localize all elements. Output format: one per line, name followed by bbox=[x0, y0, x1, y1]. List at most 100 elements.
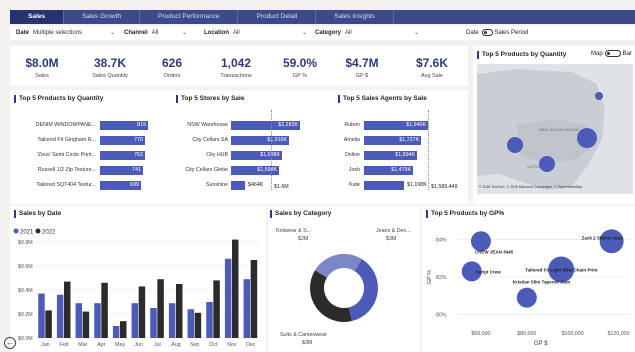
map-bubble[interactable] bbox=[507, 137, 523, 153]
bar[interactable] bbox=[64, 281, 71, 338]
bar-category-label: 'Zeus' Semi Circle Print... bbox=[36, 152, 96, 158]
bar[interactable] bbox=[194, 312, 202, 338]
bar[interactable] bbox=[131, 303, 139, 338]
bar[interactable] bbox=[120, 321, 127, 338]
bar-value-label: 819 bbox=[137, 122, 146, 128]
y-tick-label: $0.6M bbox=[18, 264, 33, 270]
map-bubble[interactable] bbox=[539, 156, 555, 172]
x-tick-label: Aug bbox=[171, 342, 180, 348]
kpi-label: GP $ bbox=[355, 73, 369, 79]
bar[interactable] bbox=[112, 326, 120, 338]
tab-sales-growth[interactable]: Sales Growth bbox=[64, 10, 141, 24]
bar[interactable] bbox=[150, 308, 157, 338]
date-toggle-label: Date bbox=[466, 30, 479, 36]
kpi-value: $4.7M bbox=[345, 56, 379, 70]
scatter-point[interactable] bbox=[599, 229, 624, 254]
scatter-point[interactable] bbox=[470, 231, 491, 252]
tab-product-detail[interactable]: Product Detail bbox=[238, 10, 317, 24]
back-arrow-icon[interactable]: ← bbox=[4, 337, 16, 349]
reference-line-label: $1,589,449 bbox=[431, 184, 458, 190]
bar-category-label: Josh bbox=[348, 167, 360, 173]
bar[interactable] bbox=[157, 279, 164, 338]
channel-filter[interactable]: Channel All bbox=[124, 26, 158, 40]
kpi-label: Orders bbox=[163, 73, 181, 79]
chevron-down-icon[interactable]: ⌄ bbox=[182, 26, 187, 40]
bar[interactable] bbox=[45, 310, 52, 338]
bar[interactable] bbox=[101, 282, 108, 338]
date-sales-period-toggle[interactable]: Date Sales Period bbox=[466, 26, 528, 40]
bar[interactable] bbox=[364, 181, 404, 190]
y-tick-label: $0.2M bbox=[18, 312, 33, 318]
legend-marker[interactable] bbox=[13, 228, 19, 234]
bar[interactable] bbox=[206, 302, 213, 338]
tab-product-performance[interactable]: Product Performance bbox=[140, 10, 239, 24]
point-label: CREW JEAN 3445 bbox=[475, 249, 514, 254]
products-by-gp-panel: Top 5 Products by GP% 84% 82% 80% $60,000 $8… bbox=[422, 206, 635, 352]
bar[interactable] bbox=[243, 279, 251, 338]
x-tick-label: Sep bbox=[190, 342, 199, 348]
bar[interactable] bbox=[75, 303, 83, 338]
date-filter[interactable]: Date Multiple selections bbox=[16, 26, 82, 40]
kpi-value: 38.7K bbox=[93, 56, 127, 70]
kpi-card: 38.7K Sales Quantity bbox=[80, 46, 140, 79]
bar[interactable] bbox=[224, 258, 232, 338]
bar[interactable] bbox=[187, 309, 195, 338]
kpi-value: $7.6K bbox=[415, 56, 449, 70]
x-tick-label: $100,000 bbox=[562, 331, 584, 337]
sales-by-category-chart: Knitwear & S... $2M Jeans & Den... $3M Suits… bbox=[276, 228, 411, 346]
bar[interactable] bbox=[168, 303, 176, 338]
bar[interactable] bbox=[176, 284, 183, 338]
chevron-down-icon[interactable]: ⌄ bbox=[110, 26, 115, 40]
tab-sales-insights[interactable]: Sales Insights bbox=[316, 10, 394, 24]
map-attribution[interactable]: © 2025 TomTom, © 2025 Microsoft Corporat… bbox=[479, 185, 582, 189]
kpi-card: 1,042 Transactions bbox=[206, 46, 266, 79]
x-tick-label: Jun bbox=[134, 342, 143, 348]
location-filter[interactable]: Location All bbox=[204, 26, 240, 40]
tab-sales[interactable]: Sales bbox=[10, 10, 64, 24]
bar[interactable] bbox=[232, 239, 239, 338]
pie-label: Knitwear & S... bbox=[276, 228, 311, 234]
map-region-label: NEW SOUTH WALES bbox=[539, 127, 579, 132]
x-tick-label: May bbox=[115, 342, 125, 348]
bar-value-label: $1,727K bbox=[399, 137, 419, 143]
bar[interactable] bbox=[231, 181, 245, 190]
bar[interactable] bbox=[82, 311, 90, 338]
x-tick-label: Oct bbox=[209, 342, 218, 348]
kpi-label: GP % bbox=[292, 73, 308, 79]
kpi-value: 1,042 bbox=[220, 56, 252, 70]
bar[interactable] bbox=[138, 286, 146, 338]
map-bubble[interactable] bbox=[595, 92, 603, 100]
bar[interactable] bbox=[56, 294, 64, 338]
chevron-down-icon[interactable]: ⌄ bbox=[302, 26, 307, 40]
bar-category-label: NSW Warehouse bbox=[187, 122, 228, 128]
pie-slice[interactable] bbox=[315, 254, 362, 278]
legend-label: 2022 bbox=[42, 230, 56, 236]
kpi-card: $4.7M GP $ bbox=[332, 46, 392, 79]
kpi-value: 626 bbox=[161, 56, 183, 70]
bar[interactable] bbox=[250, 260, 258, 338]
chevron-down-icon[interactable]: ⌄ bbox=[414, 26, 419, 40]
y-tick-label: 80% bbox=[436, 313, 447, 319]
bar[interactable] bbox=[213, 280, 220, 338]
map-bubble[interactable] bbox=[577, 128, 597, 148]
channel-filter-value: All bbox=[151, 30, 159, 36]
y-tick-label: 84% bbox=[436, 237, 447, 243]
bar-category-label: City Cellars SA bbox=[192, 137, 228, 143]
toggle-switch[interactable] bbox=[481, 28, 493, 36]
x-tick-label: Jul bbox=[154, 342, 161, 348]
bar-category-label: Sunshine bbox=[205, 182, 228, 188]
map-toggle-label: Map bbox=[591, 51, 603, 58]
category-filter[interactable]: Category All bbox=[315, 26, 352, 40]
legend-marker[interactable] bbox=[35, 228, 41, 234]
y-axis-title: GP % bbox=[427, 270, 433, 284]
bar[interactable] bbox=[38, 293, 45, 338]
toggle-switch[interactable] bbox=[604, 50, 621, 57]
map-bar-toggle[interactable]: Map Bar bbox=[591, 50, 632, 57]
sales-period-label: Sales Period bbox=[494, 30, 529, 36]
pie-slice[interactable] bbox=[310, 270, 352, 322]
scatter-point[interactable] bbox=[516, 287, 537, 308]
bar[interactable] bbox=[94, 303, 101, 338]
map-canvas[interactable]: NEW SOUTH WALES VICTORIA bbox=[477, 64, 633, 194]
bar-category-label: DENIM WINDOWPANE... bbox=[35, 122, 96, 128]
kpi-label: Sales Quantity bbox=[92, 73, 128, 79]
